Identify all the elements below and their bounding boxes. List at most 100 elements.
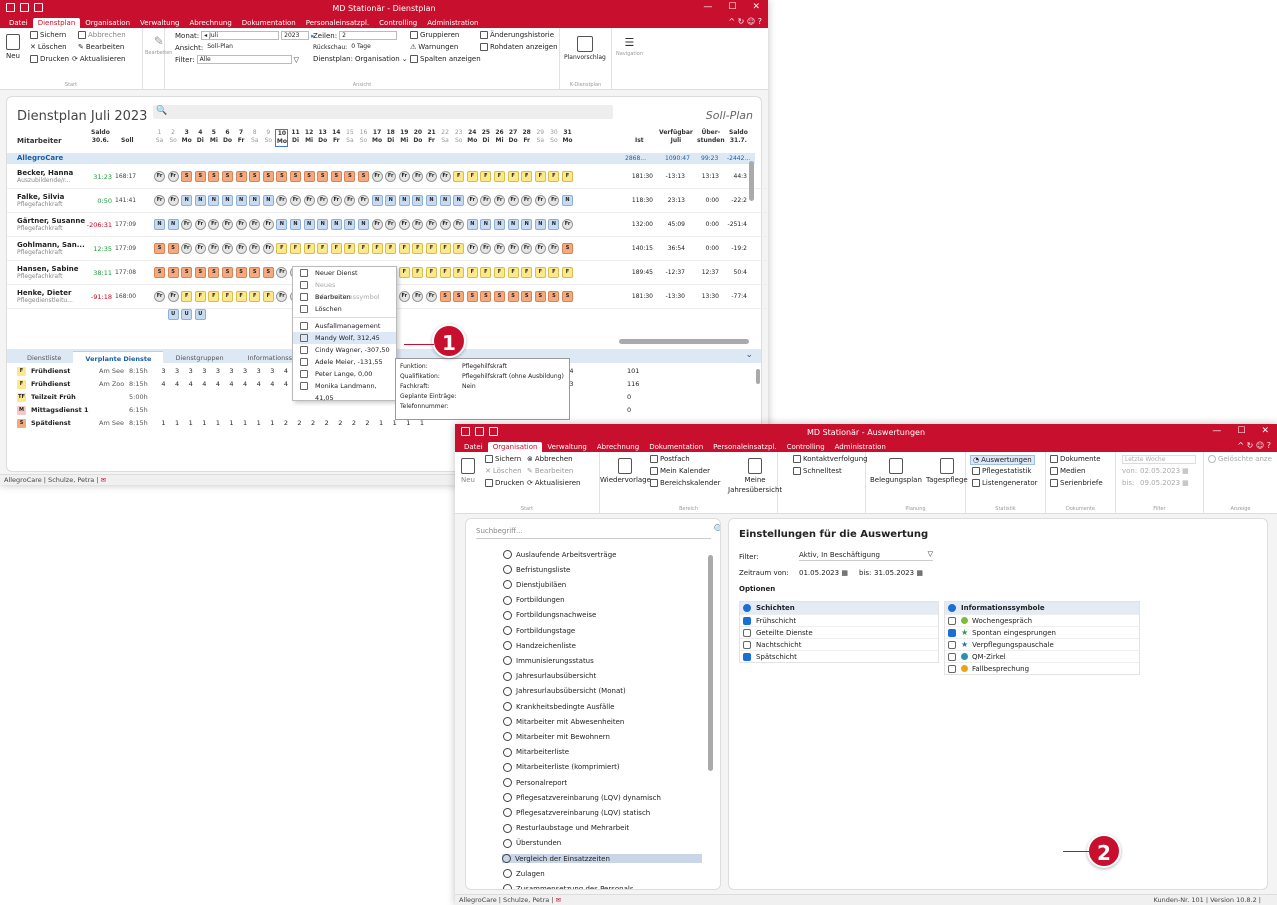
close-icon[interactable]: ✕ [1261, 426, 1269, 436]
from-date[interactable]: von: 02.05.2023 ▦ [1122, 467, 1189, 475]
print-button[interactable]: Drucken [485, 479, 524, 487]
tab-verplante-dienste[interactable]: Verplante Dienste [73, 351, 164, 365]
mail-icon[interactable]: ✉ [556, 896, 561, 904]
shift-cell[interactable]: N [562, 195, 573, 206]
shift-cell[interactable]: F [222, 291, 233, 302]
view-dropdown[interactable]: Soll-Plan [205, 43, 301, 52]
shift-cell[interactable]: F [534, 267, 546, 278]
option-checkbox[interactable] [948, 653, 956, 661]
shift-cell[interactable]: F [494, 267, 505, 278]
shift-cell[interactable]: Fr [303, 195, 315, 206]
shift-cell[interactable]: Fr [276, 267, 288, 278]
shift-cell[interactable]: S [534, 291, 546, 302]
shift-cell[interactable]: Fr [208, 243, 220, 254]
shift-cell[interactable]: F [412, 267, 424, 278]
menu-organisation[interactable]: Organisation [487, 442, 543, 452]
shift-row[interactable]: M Mittagsdienst 1 6:15h 0 [17, 405, 768, 418]
calendar-icon[interactable]: ▦ [1182, 479, 1189, 487]
option-row[interactable]: QM-Zirkel [945, 650, 1139, 662]
filter-select[interactable]: Filter: Alle ▽ [175, 55, 299, 64]
shift-cell[interactable]: F [181, 291, 193, 302]
context-menu-item[interactable]: Adele Meier, -131,55 [293, 356, 396, 368]
shift-cell[interactable]: N [167, 219, 179, 230]
shift-cell[interactable]: F [249, 291, 261, 302]
shift-cell[interactable]: Fr [249, 243, 261, 254]
report-list-item[interactable]: Vergleich der Einsatzzeiten [502, 854, 702, 863]
shift-cell[interactable]: S [494, 291, 505, 302]
context-menu-item[interactable]: Cindy Wagner, -307,50 [293, 344, 396, 356]
shift-cell[interactable]: Fr [371, 171, 383, 182]
shift-cell[interactable]: Fr [412, 219, 424, 230]
tab-dienstliste[interactable]: Dienstliste [15, 351, 73, 365]
shift-cell[interactable]: S [439, 291, 451, 302]
shift-cell[interactable]: F [480, 267, 492, 278]
shift-cell[interactable]: Fr [276, 195, 288, 206]
shift-cell[interactable]: N [534, 219, 546, 230]
day-column-header[interactable]: 9 So [262, 129, 275, 145]
option-row[interactable]: Geteilte Dienste [740, 626, 938, 638]
shift-cell[interactable]: S [344, 171, 356, 182]
shift-cell[interactable]: F [371, 243, 383, 254]
report-search-input[interactable]: Suchbegriff...🔍 [476, 525, 720, 539]
shift-cell[interactable]: Fr [181, 219, 193, 230]
calendar-icon[interactable]: ▦ [1182, 467, 1189, 475]
menu-abrechnung[interactable]: Abrechnung [184, 18, 236, 28]
save-button[interactable]: Sichern [30, 31, 66, 39]
shift-cell[interactable]: Fr [548, 195, 560, 206]
wiedervorlage-button[interactable]: Wiedervorlage [600, 458, 651, 484]
menu-datei[interactable]: Datei [4, 18, 33, 28]
shift-cell[interactable]: N [412, 195, 424, 206]
day-column-header[interactable]: 13 Do [316, 129, 329, 145]
shift-cell[interactable]: Fr [548, 243, 560, 254]
report-list-item[interactable]: Resturlaubstage und Mehrarbeit [503, 823, 629, 833]
shift-cell[interactable]: Fr [507, 195, 519, 206]
day-column-header[interactable]: 8 Sa [248, 129, 261, 145]
menu-controlling[interactable]: Controlling [374, 18, 422, 28]
new-button[interactable]: Neu [6, 34, 20, 60]
option-row[interactable]: Fallbesprechung [945, 662, 1139, 674]
maximize-icon[interactable]: ☐ [728, 2, 736, 12]
shift-cell[interactable]: Fr [466, 195, 478, 206]
shift-cell[interactable]: Fr [235, 219, 247, 230]
kalender-button[interactable]: Mein Kalender [650, 467, 710, 475]
shift-cell[interactable]: N [385, 195, 397, 206]
shift-cell[interactable]: F [344, 243, 356, 254]
shift-cell[interactable]: F [507, 171, 519, 182]
shift-cell[interactable]: F [439, 243, 451, 254]
day-column-header[interactable]: 31 Mo [561, 129, 574, 145]
shift-cell[interactable]: Fr [154, 291, 165, 302]
report-list-item[interactable]: Mitarbeiterliste (komprimiert) [503, 762, 620, 772]
menu-controlling[interactable]: Controlling [782, 442, 830, 452]
shift-cell[interactable]: S [194, 171, 206, 182]
menu-verwaltung[interactable]: Verwaltung [542, 442, 591, 452]
medien-button[interactable]: Medien [1050, 467, 1085, 475]
shift-cell[interactable]: F [562, 171, 573, 182]
shift-cell[interactable]: F [412, 243, 424, 254]
shift-cell[interactable]: S [262, 171, 274, 182]
shift-cell[interactable]: S [208, 267, 220, 278]
shift-cell[interactable]: F [480, 171, 492, 182]
table-row[interactable]: Becker, Hanna Auszubildende/r... 31:23 168:… [7, 165, 767, 189]
day-column-header[interactable]: 21 Fr [425, 129, 438, 145]
select-all-checkbox[interactable] [743, 604, 751, 612]
select-all-checkbox[interactable] [948, 604, 956, 612]
shift-cell[interactable]: N [262, 195, 274, 206]
menu-personaleinsatzpl[interactable]: Personaleinsatzpl. [301, 18, 374, 28]
option-checkbox[interactable] [948, 629, 956, 637]
chevron-down-icon[interactable]: ⌄ [402, 55, 408, 63]
shift-cell[interactable]: U [181, 309, 193, 320]
report-list-item[interactable]: Fortbildungen [503, 595, 565, 605]
filter-select[interactable]: Aktiv, In Beschäftigung ▽ [799, 550, 933, 561]
shift-cell[interactable]: N [466, 219, 478, 230]
day-column-header[interactable]: 10 Mo [275, 129, 289, 147]
shift-cell[interactable]: F [194, 291, 206, 302]
month-dropdown[interactable]: ◂ Juli [201, 31, 280, 40]
lookback-dropdown[interactable]: 0 Tage [349, 43, 395, 52]
day-column-header[interactable]: 16 So [357, 129, 370, 145]
shift-cell[interactable]: Fr [222, 243, 233, 254]
option-row[interactable]: ★ Spontan eingesprungen [945, 626, 1139, 638]
shift-cell[interactable]: Fr [249, 219, 261, 230]
cancel-button[interactable]: ⊗ Abbrechen [527, 455, 573, 463]
cancel-button[interactable]: Abbrechen [78, 31, 126, 39]
shift-cell[interactable]: Fr [167, 291, 179, 302]
